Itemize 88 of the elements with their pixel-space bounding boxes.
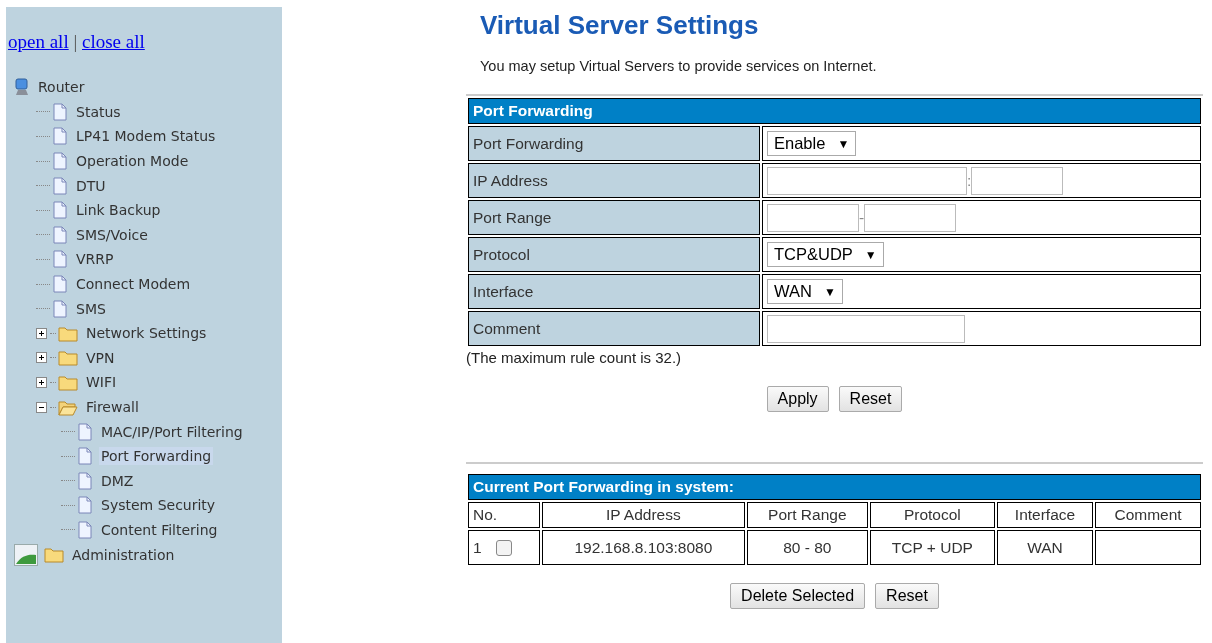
tree-item[interactable]: Link Backup xyxy=(74,201,163,220)
caret-icon: ▼ xyxy=(864,247,877,262)
column-header: Interface xyxy=(996,502,1094,528)
field-label: Port Range xyxy=(468,200,760,235)
folder-icon xyxy=(58,324,78,342)
separator-text: - xyxy=(859,208,865,227)
expand-icon[interactable] xyxy=(36,327,47,339)
table-button[interactable]: Delete Selected xyxy=(730,583,866,609)
table-button[interactable]: Reset xyxy=(875,583,939,609)
tree-item[interactable]: Network Settings xyxy=(84,324,209,343)
tree-item[interactable]: Status xyxy=(74,102,123,121)
open-folder-icon xyxy=(58,398,78,416)
table-cell: 192.168.8.103:8080 xyxy=(542,530,745,565)
tree-item[interactable]: VPN xyxy=(84,348,117,367)
tree-item[interactable]: Firewall xyxy=(84,398,141,416)
page-icon xyxy=(52,176,68,195)
column-header: Comment xyxy=(1095,502,1201,528)
computer-icon xyxy=(14,78,30,97)
page-icon xyxy=(77,471,93,490)
tree-item[interactable]: VRRP xyxy=(74,250,116,269)
tree-item[interactable]: Operation Mode xyxy=(74,152,191,171)
column-header: IP Address xyxy=(542,502,745,528)
input-field[interactable] xyxy=(767,203,859,232)
separator-text: | xyxy=(73,31,78,52)
page-icon xyxy=(52,225,68,244)
tree-item[interactable]: SMS xyxy=(74,299,108,318)
input-field[interactable] xyxy=(971,166,1064,195)
input-field[interactable] xyxy=(767,166,967,195)
page-icon xyxy=(52,152,68,171)
tree-item[interactable]: MAC/IP/Port Filtering xyxy=(99,422,245,441)
page-icon xyxy=(52,299,68,318)
column-header: Protocol xyxy=(869,502,995,528)
tree-item[interactable]: System Security xyxy=(99,496,218,515)
caret-icon: ▼ xyxy=(837,136,850,151)
page-icon xyxy=(52,275,68,294)
separator-text: : xyxy=(967,171,972,190)
dropdown[interactable]: Enable ▼ xyxy=(767,131,857,156)
open-all-link[interactable]: open all xyxy=(8,31,69,52)
tree-item[interactable]: DMZ xyxy=(99,471,136,490)
page-icon xyxy=(77,447,93,466)
page-icon xyxy=(77,521,93,539)
tree-item[interactable]: Router xyxy=(36,78,87,97)
description-text: You may setup Virtual Servers to provide services on Internet. xyxy=(480,58,878,74)
expand-icon[interactable] xyxy=(36,352,47,364)
tree-item[interactable]: DTU xyxy=(74,176,108,195)
field-label: Protocol xyxy=(468,237,760,272)
field-label: IP Address xyxy=(468,163,760,198)
close-all-link[interactable]: close all xyxy=(82,31,145,52)
form-button[interactable]: Reset xyxy=(838,386,903,412)
dropdown[interactable]: WAN ▼ xyxy=(767,279,843,304)
broken-image-icon xyxy=(14,543,38,566)
page-icon xyxy=(77,496,93,515)
note-text: (The maximum rule count is 32.) xyxy=(466,349,683,366)
field-label: Comment xyxy=(468,311,760,346)
tree-item[interactable]: LP41 Modem Status xyxy=(74,127,218,146)
page-icon xyxy=(52,102,68,121)
tree-item[interactable]: Content Filtering xyxy=(99,521,220,539)
tree-item[interactable]: WIFI xyxy=(84,373,119,392)
caret-icon: ▼ xyxy=(823,284,836,299)
form-button[interactable]: Apply xyxy=(766,386,829,412)
column-header: No. xyxy=(468,502,540,528)
table-cell: 80 - 80 xyxy=(746,530,868,565)
collapse-icon[interactable] xyxy=(36,401,47,413)
table-cell: WAN xyxy=(996,530,1094,565)
column-header: Port Range xyxy=(746,502,868,528)
page-icon xyxy=(52,127,68,146)
folder-icon xyxy=(44,546,64,564)
table-cell: TCP + UDP xyxy=(869,530,995,565)
section-header: Current Port Forwarding in system: xyxy=(468,474,1201,500)
page-icon xyxy=(52,250,68,269)
field-label: Interface xyxy=(468,274,760,309)
dropdown[interactable]: TCP&UDP ▼ xyxy=(767,242,884,267)
tree-item[interactable]: SMS/Voice xyxy=(74,225,150,244)
page-icon xyxy=(52,201,68,220)
checkbox[interactable] xyxy=(495,540,512,557)
folder-icon xyxy=(58,349,78,367)
tree-item[interactable]: Administration xyxy=(70,545,177,564)
tree-item[interactable]: Port Forwarding xyxy=(99,447,214,466)
section-header: Port Forwarding xyxy=(468,98,1201,124)
input-field[interactable] xyxy=(864,203,957,232)
tree-item[interactable]: Connect Modem xyxy=(74,275,193,294)
input-field[interactable] xyxy=(767,314,965,343)
field-label: Port Forwarding xyxy=(468,126,760,161)
page-title: Virtual Server Settings xyxy=(480,10,760,41)
row-number: 1 xyxy=(473,538,482,556)
expand-icon[interactable] xyxy=(36,376,47,388)
folder-icon xyxy=(58,373,78,391)
page-icon xyxy=(77,422,93,441)
